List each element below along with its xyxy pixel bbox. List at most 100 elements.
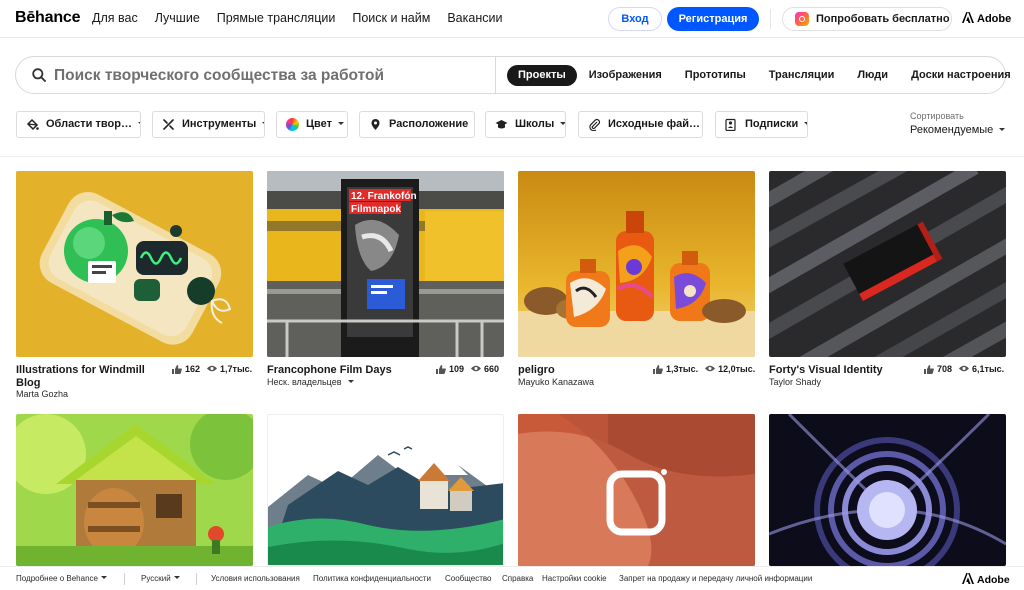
project-stats: 109 660	[436, 364, 499, 374]
sort-label: Сортировать	[910, 111, 964, 121]
footer-privacy-link[interactable]: Политика конфиденциальности	[313, 574, 431, 583]
tab-livestreams[interactable]: Трансляции	[758, 65, 846, 86]
poster-text-line1: 12. Frankofón	[351, 191, 417, 202]
footer-more-label: Подробнее о Behance	[16, 574, 98, 583]
nav-livestreams[interactable]: Прямые трансляции	[217, 11, 336, 25]
login-button[interactable]: Вход	[608, 7, 662, 31]
creative-cloud-icon	[795, 12, 809, 26]
project-owner[interactable]: Taylor Shady	[769, 377, 821, 387]
tab-prototypes[interactable]: Прототипы	[674, 65, 757, 86]
adobe-link[interactable]: Adobe	[962, 12, 1011, 25]
filter-location[interactable]: Расположение	[359, 111, 475, 138]
footer-help-link[interactable]: Справка	[502, 574, 533, 583]
footer-adobe-label: Adobe	[977, 574, 1010, 586]
filter-subscriptions[interactable]: Подписки	[715, 111, 808, 138]
project-title[interactable]: Illustrations for Windmill Blog	[16, 364, 154, 390]
filter-schools[interactable]: Школы	[485, 111, 566, 138]
filter-tools-label: Инструменты	[182, 118, 257, 130]
views-count: 660	[484, 364, 500, 374]
filter-color[interactable]: Цвет	[276, 111, 348, 138]
views-count: 1,7тыс.	[220, 364, 253, 374]
section-divider	[0, 156, 1024, 157]
likes-count: 109	[449, 364, 465, 374]
project-thumbnail-francophone[interactable]: 12. Frankofón Filmnapok	[267, 171, 504, 357]
sort-value: Рекомендуемые	[910, 124, 994, 136]
tab-moodboards[interactable]: Доски настроения	[900, 65, 1022, 86]
likes-count: 708	[937, 364, 953, 374]
thumbs-up-icon	[653, 364, 663, 374]
main-nav-links: Для вас Лучшие Прямые трансляции Поиск и…	[92, 11, 519, 25]
try-free-label: Попробовать бесплатно	[816, 13, 950, 25]
footer-more-about[interactable]: Подробнее о Behance	[16, 574, 107, 583]
project-owner[interactable]: Marta Gozha	[16, 389, 68, 399]
signup-button[interactable]: Регистрация	[667, 7, 759, 31]
footer: Подробнее о Behance Русский Условия испо…	[0, 566, 1024, 590]
filter-source-files[interactable]: Исходные фай…	[578, 111, 703, 138]
paperclip-icon	[589, 118, 601, 131]
search-icon	[32, 68, 46, 82]
project-owner-label: Неск. владельцев	[267, 377, 342, 387]
views-count: 12,0тыс.	[718, 364, 756, 374]
project-owner-multiple[interactable]: Неск. владельцев	[267, 377, 354, 387]
search-bar: Проекты Изображения Прототипы Трансляции…	[15, 56, 1011, 94]
filter-color-label: Цвет	[306, 118, 333, 130]
project-title[interactable]: Forty's Visual Identity	[769, 364, 883, 377]
filter-location-label: Расположение	[389, 118, 469, 130]
project-thumbnail-landscape[interactable]	[267, 414, 504, 566]
project-thumbnail-peligro[interactable]	[518, 171, 755, 357]
project-thumbnail-treehouse[interactable]	[16, 414, 253, 566]
project-thumbnail-fortys[interactable]	[769, 171, 1006, 357]
search-type-tabs: Проекты Изображения Прототипы Трансляции…	[507, 65, 1023, 86]
nav-divider	[770, 9, 771, 29]
chevron-down-icon	[100, 576, 107, 579]
thumbs-up-icon	[436, 364, 446, 374]
subscription-user-icon	[725, 118, 736, 131]
chevron-down-icon	[173, 576, 180, 579]
chevron-down-icon	[347, 380, 354, 383]
likes-count: 162	[185, 364, 201, 374]
filter-tools[interactable]: Инструменты	[152, 111, 265, 138]
footer-community-link[interactable]: Сообщество	[445, 574, 491, 583]
color-wheel-icon	[286, 118, 299, 131]
location-pin-icon	[371, 119, 380, 130]
project-stats: 708 6,1тыс.	[924, 364, 1004, 374]
search-input[interactable]	[54, 66, 494, 86]
nav-jobs[interactable]: Вакансии	[447, 11, 502, 25]
tab-images[interactable]: Изображения	[578, 65, 673, 86]
footer-terms-link[interactable]: Условия использования	[211, 574, 300, 583]
try-free-button[interactable]: Попробовать бесплатно	[782, 7, 952, 31]
project-thumbnail-hand[interactable]	[518, 414, 755, 566]
project-owner[interactable]: Mayuko Kanazawa	[518, 377, 594, 387]
behance-logo[interactable]: Bēhance	[15, 9, 80, 27]
footer-cookie-link[interactable]: Настройки cookie	[542, 574, 607, 583]
nav-hire[interactable]: Поиск и найм	[352, 11, 430, 25]
filter-schools-label: Школы	[515, 118, 555, 130]
nav-for-you[interactable]: Для вас	[92, 11, 138, 25]
adobe-label: Adobe	[977, 13, 1012, 25]
footer-adobe-link[interactable]: Adobe	[962, 573, 1010, 586]
search-divider	[495, 57, 496, 93]
project-stats: 162 1,7тыс.	[172, 364, 252, 374]
footer-divider	[196, 573, 197, 585]
footer-language-select[interactable]: Русский	[141, 574, 180, 583]
filter-source-files-label: Исходные фай…	[608, 118, 700, 130]
eye-icon	[207, 365, 218, 372]
adobe-logo-icon	[962, 573, 974, 584]
eye-icon	[705, 365, 716, 372]
tab-projects[interactable]: Проекты	[507, 65, 577, 86]
top-navigation: Bēhance Для вас Лучшие Прямые трансляции…	[0, 0, 1024, 38]
tab-people[interactable]: Люди	[846, 65, 899, 86]
project-title[interactable]: Francophone Film Days	[267, 364, 392, 377]
footer-do-not-sell-link[interactable]: Запрет на продажу и передачу личной инфо…	[619, 574, 812, 583]
poster-text-line2: Filmnapok	[351, 204, 401, 215]
project-thumbnail-flower[interactable]	[769, 414, 1006, 566]
eye-icon	[959, 365, 970, 372]
eye-icon	[471, 365, 482, 372]
views-count: 6,1тыс.	[972, 364, 1005, 374]
nav-best[interactable]: Лучшие	[155, 11, 200, 25]
project-title[interactable]: peligro	[518, 364, 555, 377]
sort-dropdown[interactable]: Рекомендуемые	[910, 124, 1006, 136]
filter-creative-fields[interactable]: Области твор…	[16, 111, 141, 138]
footer-divider	[124, 573, 125, 585]
project-thumbnail-windmill[interactable]	[16, 171, 253, 357]
